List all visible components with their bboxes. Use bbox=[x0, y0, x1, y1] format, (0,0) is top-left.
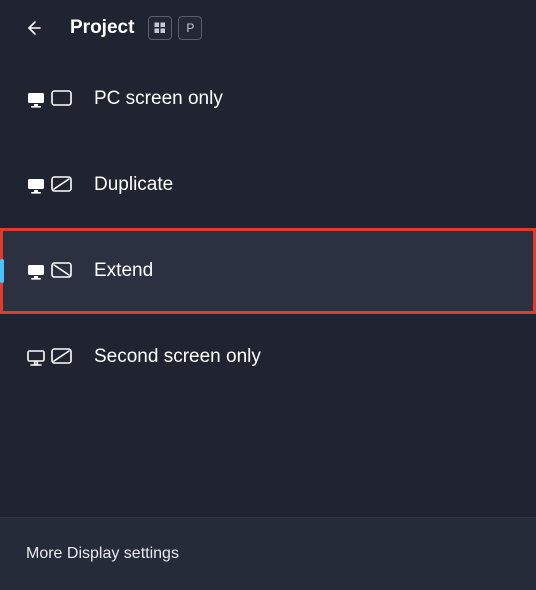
option-label: Second screen only bbox=[94, 346, 261, 368]
option-label: PC screen only bbox=[94, 88, 223, 110]
option-label: Extend bbox=[94, 260, 153, 282]
option-label: Duplicate bbox=[94, 174, 173, 196]
option-second-screen-only[interactable]: Second screen only bbox=[0, 314, 536, 400]
header: Project P bbox=[0, 0, 536, 56]
back-button[interactable] bbox=[22, 17, 44, 39]
second-screen-only-icon bbox=[26, 346, 74, 368]
projection-options: PC screen only Duplicate bbox=[0, 56, 536, 400]
extend-icon bbox=[26, 260, 74, 282]
footer: More Display settings bbox=[0, 517, 536, 590]
option-pc-screen-only[interactable]: PC screen only bbox=[0, 56, 536, 142]
more-display-settings-link[interactable]: More Display settings bbox=[26, 545, 179, 563]
shortcut-key-p: P bbox=[178, 16, 202, 40]
panel-title: Project bbox=[70, 17, 134, 39]
pc-screen-only-icon bbox=[26, 88, 74, 110]
shortcut-hint: P bbox=[148, 16, 202, 40]
option-duplicate[interactable]: Duplicate bbox=[0, 142, 536, 228]
windows-key-icon bbox=[148, 16, 172, 40]
duplicate-icon bbox=[26, 174, 74, 196]
back-arrow-icon bbox=[24, 19, 42, 37]
option-extend[interactable]: Extend bbox=[0, 228, 536, 314]
project-panel: { "header": { "title": "Project", "short… bbox=[0, 0, 536, 590]
